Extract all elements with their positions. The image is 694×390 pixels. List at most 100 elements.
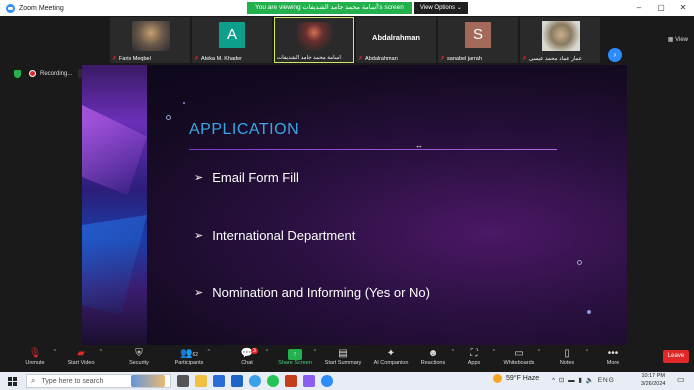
reactions-button[interactable]: ☻ ^ Reactions	[410, 347, 456, 366]
task-view-icon[interactable]	[177, 375, 189, 387]
leave-button[interactable]: Leave	[663, 350, 689, 363]
participant-name: Faris Meqbel	[119, 55, 151, 62]
zoom-logo-icon	[6, 3, 15, 13]
sparkle-icon: ✦	[386, 348, 396, 359]
avatar: A	[219, 22, 245, 48]
weather-widget[interactable]: 59°F Haze	[493, 374, 539, 383]
cursor-icon: ↔	[415, 141, 423, 150]
viewing-label: You are viewing أسامة محمد جامد الشديفات…	[247, 2, 412, 14]
start-video-button[interactable]: ▰ ^ Start Video	[58, 347, 104, 366]
view-layout-button[interactable]: ▦ View	[668, 36, 688, 43]
notes-label: Notes	[559, 360, 575, 366]
chevron-up-icon[interactable]: ^	[493, 349, 495, 355]
slide-decoration	[82, 65, 147, 345]
security-label: Security	[129, 360, 149, 366]
next-participants-button[interactable]: ›	[608, 48, 622, 62]
notifications-icon[interactable]: ▭	[677, 375, 685, 384]
meeting-toolbar: 🎙 ^ Unmute ▰ ^ Start Video ⛨ Security 👥62 ^…	[0, 345, 694, 372]
share-screen-button[interactable]: ↑ ^ Share Screen	[272, 347, 318, 366]
weather-icon	[493, 374, 502, 383]
more-button[interactable]: ••• More	[590, 347, 636, 366]
decor-dot	[587, 310, 591, 314]
reactions-label: Reactions	[420, 360, 446, 366]
recording-label: Recording...	[40, 70, 73, 77]
window-controls: – ▢ ✕	[628, 0, 694, 16]
shield-icon: ⛨	[135, 348, 143, 359]
muted-mic-icon: ✗	[194, 56, 200, 62]
slide-bullet: ➢ International Department	[194, 228, 355, 243]
notes-icon: ▯	[564, 348, 570, 359]
start-summary-button[interactable]: ▤ Start Summary	[320, 347, 366, 366]
clock-date: 3/26/2024	[641, 380, 666, 387]
close-button[interactable]: ✕	[672, 0, 694, 16]
chevron-up-icon[interactable]: ^	[208, 349, 210, 355]
chevron-up-icon[interactable]: ^	[100, 349, 102, 355]
participant-tile[interactable]: S ✗ sanabel jarrah	[438, 17, 518, 63]
chevron-up-icon[interactable]: ^	[586, 349, 588, 355]
start-video-label: Start Video	[67, 360, 95, 366]
muted-mic-icon: ✗	[522, 56, 528, 62]
participant-video	[297, 22, 335, 52]
decor-ring	[166, 115, 171, 120]
unmute-button[interactable]: 🎙 ^ Unmute	[12, 347, 58, 366]
participants-label: Participants	[174, 360, 204, 366]
notes-button[interactable]: ▯ ^ Notes	[544, 347, 590, 366]
chevron-up-icon[interactable]: ^	[266, 349, 268, 355]
ai-companion-label: AI Companion	[373, 360, 409, 366]
muted-mic-icon: 🎙	[28, 348, 42, 359]
participant-strip: ✗ Faris Meqbel A ✗ Ateka M. Khader اسامة م…	[0, 16, 694, 64]
more-label: More	[606, 360, 620, 366]
participant-tile-active-speaker[interactable]: اسامة محمد جامد الشديفات	[274, 17, 354, 63]
video-off-icon: ▰	[77, 348, 85, 359]
weather-text: 59°F Haze	[506, 375, 540, 382]
whiteboard-icon: ▭	[514, 348, 524, 359]
chevron-up-icon[interactable]: ^	[314, 349, 316, 355]
bullet-arrow-icon: ➢	[194, 172, 204, 184]
reaction-icon: ☻	[427, 348, 439, 359]
chevron-up-icon[interactable]: ^	[538, 349, 540, 355]
clock-time: 10:17 PM	[641, 373, 665, 379]
chevron-up-icon[interactable]: ^	[54, 349, 56, 355]
windows-start-icon[interactable]	[8, 376, 17, 386]
app-icon[interactable]	[303, 375, 315, 387]
minimize-button[interactable]: –	[628, 0, 650, 16]
participant-name: عمار عماد محمد عيسى	[529, 55, 582, 62]
file-explorer-icon[interactable]	[195, 375, 207, 387]
powerpoint-icon[interactable]	[285, 375, 297, 387]
zoom-taskbar-icon[interactable]	[321, 375, 333, 387]
apps-icon: ⛶	[470, 348, 478, 359]
participant-video	[132, 21, 170, 51]
search-highlight-image	[131, 375, 165, 387]
bullet-arrow-icon: ➢	[194, 230, 204, 242]
participant-video	[542, 21, 580, 51]
window-title: Zoom Meeting	[19, 4, 64, 12]
edge-browser-icon[interactable]	[249, 375, 261, 387]
more-icon: •••	[607, 348, 619, 359]
whiteboards-button[interactable]: ▭ ^ Whiteboards	[496, 347, 542, 366]
maximize-button[interactable]: ▢	[650, 0, 672, 16]
whiteboards-label: Whiteboards	[503, 360, 535, 366]
avatar: S	[465, 22, 491, 48]
search-placeholder: Type here to search	[41, 377, 104, 385]
participant-tile[interactable]: ✗ Faris Meqbel	[110, 17, 190, 63]
participants-button[interactable]: 👥62 ^ Participants	[166, 347, 212, 366]
ai-companion-button[interactable]: ✦ AI Companion	[368, 347, 414, 366]
participant-tile[interactable]: A ✗ Ateka M. Khader	[192, 17, 272, 63]
whatsapp-icon[interactable]	[267, 375, 279, 387]
system-tray[interactable]: ^ ⊡ ▬ ▮ 🔈 ENG	[552, 376, 615, 384]
bullet-text: Nomination and Informing (Yes or No)	[212, 285, 430, 300]
store-icon[interactable]	[213, 375, 225, 387]
title-bar: Zoom Meeting You are viewing أسامة محمد …	[0, 0, 694, 16]
participant-tile[interactable]: Abdalrahman ✗ Abdalrahman	[356, 17, 436, 63]
mail-icon[interactable]	[231, 375, 243, 387]
muted-mic-icon: ✗	[112, 56, 118, 62]
apps-button[interactable]: ⛶ ^ Apps	[451, 347, 497, 366]
chat-button[interactable]: 💬 3 ^ Chat	[224, 347, 270, 366]
share-screen-label: Share Screen	[278, 360, 312, 366]
taskbar-clock[interactable]: 10:17 PM 3/26/2024	[641, 373, 665, 388]
security-button[interactable]: ⛨ Security	[116, 347, 162, 366]
bullet-text: International Department	[212, 228, 356, 243]
view-options-button[interactable]: View Options ⌄	[413, 2, 468, 14]
participant-tile[interactable]: ✗ عمار عماد محمد عيسى	[520, 17, 600, 63]
slide-bullet: ➢ Email Form Fill	[194, 170, 299, 185]
